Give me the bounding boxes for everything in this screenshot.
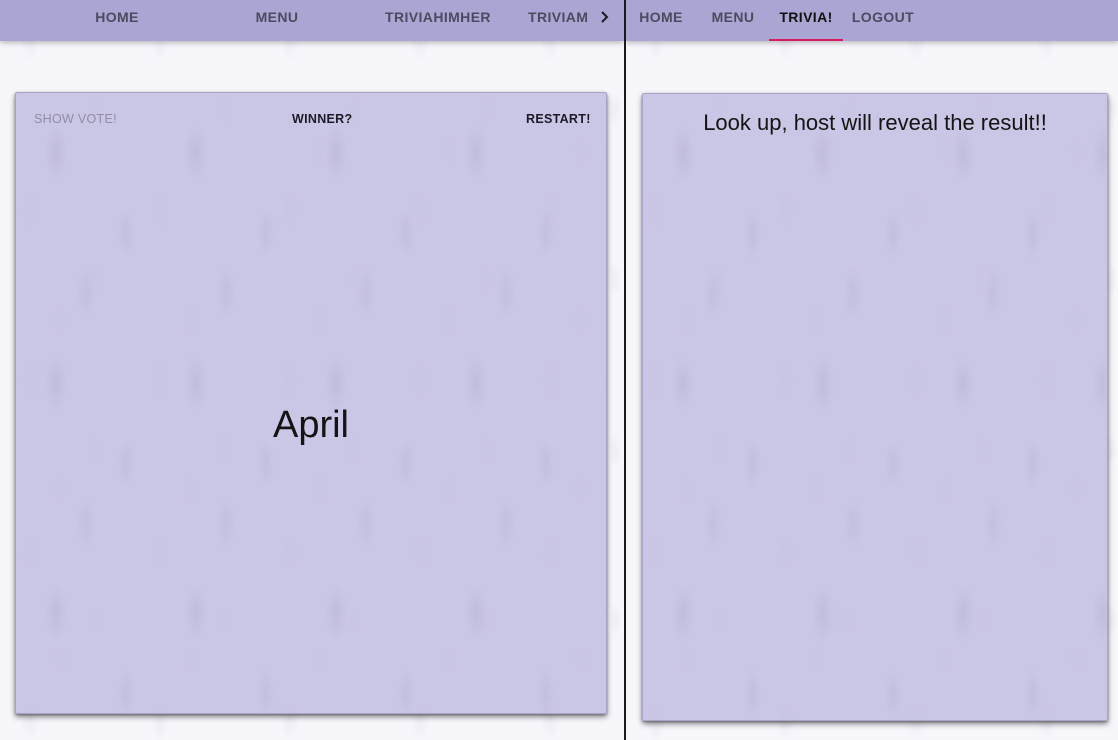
player-tab-bar: HOME MENU TRIVIA! LOGOUT (626, 0, 1118, 41)
show-vote-button[interactable]: SHOW VOTE! (34, 112, 117, 126)
player-view-pane: HOME MENU TRIVIA! LOGOUT Look up, host w… (626, 0, 1118, 740)
tabs-scroll-right-button[interactable] (588, 0, 622, 41)
tab-menu[interactable]: MENU (232, 0, 322, 41)
answer-text: April (272, 404, 350, 446)
player-trivia-card: Look up, host will reveal the result!! (642, 93, 1108, 721)
host-view-pane: HOME MENU TRIVIAHIMHER TRIVIAM SHOW VOTE… (0, 0, 624, 740)
host-tab-bar: HOME MENU TRIVIAHIMHER TRIVIAM (0, 0, 624, 41)
tab-home[interactable]: HOME (632, 0, 690, 41)
tab-trivia-him-her[interactable]: TRIVIAHIMHER (382, 0, 494, 41)
tab-trivia[interactable]: TRIVIA! (769, 0, 843, 41)
chevron-right-icon (598, 10, 612, 29)
tab-logout[interactable]: LOGOUT (850, 0, 916, 41)
reveal-message: Look up, host will reveal the result!! (703, 110, 1047, 135)
winner-button[interactable]: WINNER? (292, 112, 352, 126)
restart-button[interactable]: RESTART! (526, 112, 591, 126)
tab-home[interactable]: HOME (72, 0, 162, 41)
tab-menu[interactable]: MENU (706, 0, 760, 41)
host-trivia-card: SHOW VOTE! WINNER? RESTART! April (15, 92, 607, 714)
